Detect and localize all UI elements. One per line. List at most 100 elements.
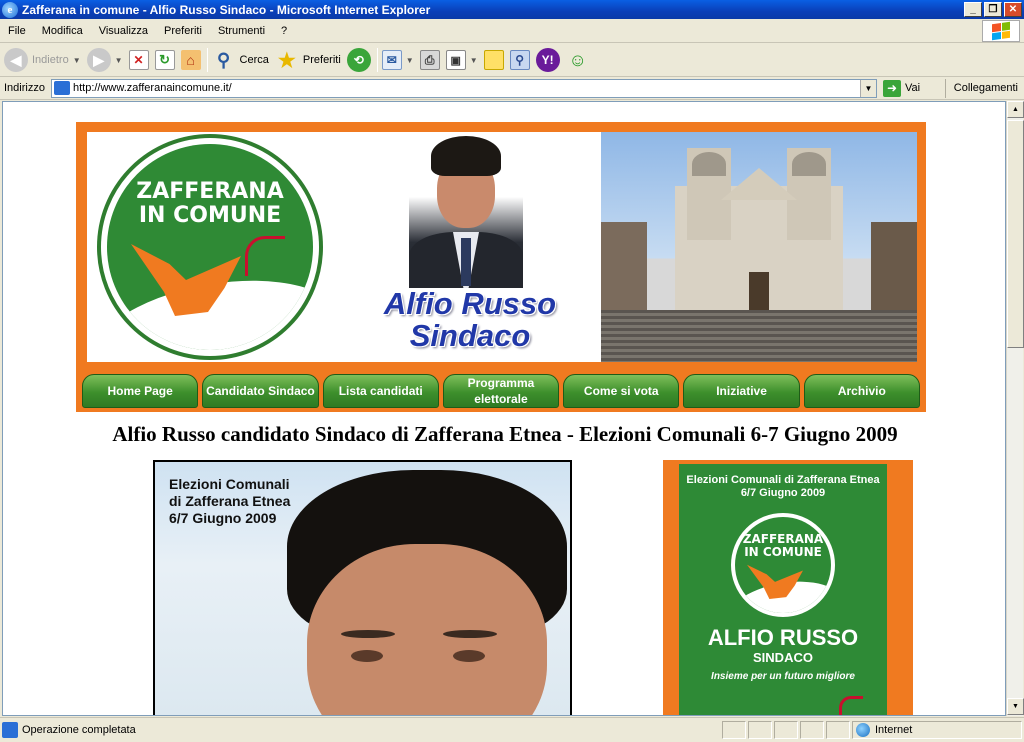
links-button[interactable]: Collegamenti: [944, 78, 1018, 98]
messenger-button[interactable]: ☺: [566, 48, 590, 72]
discuss-button[interactable]: [483, 50, 504, 70]
menu-help[interactable]: ?: [273, 25, 295, 37]
nav-archivio[interactable]: Archivio: [803, 374, 920, 408]
leaf-icon: [245, 236, 285, 276]
note-icon: [483, 50, 504, 70]
flyer-role: SINDACO: [753, 650, 813, 665]
chevron-down-icon[interactable]: ▼: [73, 56, 81, 65]
forward-button[interactable]: ▶ ▼: [86, 48, 123, 72]
go-arrow-icon: ➜: [882, 79, 901, 97]
security-zone: Internet: [852, 721, 1022, 739]
print-button[interactable]: ⎙: [419, 50, 440, 70]
church-photo: [601, 132, 917, 362]
globe-icon: [856, 723, 870, 737]
page-icon: [53, 81, 70, 95]
address-label: Indirizzo: [4, 82, 45, 94]
history-button[interactable]: ⟲: [346, 48, 371, 72]
window-title-bar: e Zafferana in comune - Alfio Russo Sind…: [0, 0, 1024, 19]
candidate-name-title: Alfio Russo Sindaco: [355, 288, 585, 352]
menu-bar: File Modifica Visualizza Preferiti Strum…: [0, 19, 1024, 43]
yahoo-button[interactable]: Y!: [535, 48, 560, 72]
home-button[interactable]: ⌂: [180, 50, 201, 70]
chevron-down-icon[interactable]: ▼: [470, 56, 478, 65]
refresh-icon: ↻: [154, 50, 175, 70]
nav-come-si-vota[interactable]: Come si vota: [563, 374, 680, 408]
candidate-photo: [409, 136, 523, 288]
zone-label: Internet: [875, 724, 913, 736]
back-label: Indietro: [32, 54, 69, 66]
messenger-icon: ☺: [568, 49, 587, 70]
internet-explorer-icon: e: [2, 1, 18, 18]
standard-toolbar: ◀ Indietro ▼ ▶ ▼ ✕ ↻ ⌂ ⚲ Cerca ★ Preferi…: [0, 44, 1024, 77]
leaf-icon: [839, 696, 863, 715]
stop-button[interactable]: ✕: [128, 50, 149, 70]
candidate-name: Alfio Russo: [383, 286, 557, 321]
menu-visualizza[interactable]: Visualizza: [91, 25, 156, 37]
page-viewport: ZAFFERANA IN COMUNE Alfio Russo Sindaco: [2, 101, 1006, 716]
window-title: Zafferana in comune - Alfio Russo Sindac…: [22, 2, 431, 17]
nav-candidato-sindaco[interactable]: Candidato Sindaco: [202, 374, 319, 408]
search-button[interactable]: ⚲ Cerca: [212, 48, 269, 72]
scroll-down-button[interactable]: ▼: [1007, 698, 1024, 715]
poster-line1: Elezioni Comunali: [169, 476, 290, 492]
site-header-banner: ZAFFERANA IN COMUNE Alfio Russo Sindaco: [76, 122, 926, 412]
go-button[interactable]: ➜ Vai: [882, 79, 921, 97]
flyer-name: ALFIO RUSSO: [707, 625, 859, 650]
favorites-label: Preferiti: [302, 54, 341, 66]
maximize-button[interactable]: ❐: [984, 2, 1002, 17]
chevron-down-icon[interactable]: ▼: [859, 79, 876, 97]
address-bar: Indirizzo ▼ ➜ Vai Collegamenti: [0, 77, 1024, 100]
search-label: Cerca: [239, 54, 269, 66]
close-button[interactable]: ✕: [1004, 2, 1022, 17]
flyer-logo-line2: IN COMUNE: [744, 545, 822, 559]
menu-modifica[interactable]: Modifica: [34, 25, 91, 37]
status-bar: Operazione completata Internet: [0, 717, 1024, 742]
windows-logo-icon: [982, 20, 1020, 42]
address-field[interactable]: ▼: [50, 78, 877, 98]
research-button[interactable]: ⚲: [509, 50, 530, 70]
flyer-line1: Elezioni Comunali di Zafferana Etnea: [686, 474, 880, 486]
go-label: Vai: [904, 82, 921, 94]
stop-icon: ✕: [128, 50, 149, 70]
main-navigation: Home Page Candidato Sindaco Lista candid…: [82, 374, 920, 408]
search-icon: ⚲: [216, 49, 231, 70]
favorites-button[interactable]: ★ Preferiti: [275, 48, 341, 72]
yahoo-messenger-icon: Y!: [535, 48, 560, 72]
nav-lista-candidati[interactable]: Lista candidati: [322, 374, 439, 408]
page-headline: Alfio Russo candidato Sindaco di Zaffera…: [112, 422, 898, 446]
scroll-thumb[interactable]: [1007, 120, 1024, 348]
refresh-button[interactable]: ↻: [154, 50, 175, 70]
vertical-scrollbar[interactable]: ▲ ▼: [1006, 101, 1024, 716]
flyer-logo: ZAFFERANA IN COMUNE: [728, 510, 838, 620]
nav-home-page[interactable]: Home Page: [82, 374, 199, 408]
address-input[interactable]: [72, 80, 860, 96]
menu-strumenti[interactable]: Strumenti: [210, 25, 273, 37]
status-text: Operazione completata: [22, 724, 136, 736]
back-button[interactable]: ◀ Indietro ▼: [4, 48, 81, 72]
mail-button[interactable]: ✉ ▼: [381, 50, 414, 70]
nav-iniziative[interactable]: Iniziative: [683, 374, 800, 408]
research-icon: ⚲: [509, 50, 530, 70]
flyer-slogan: Insieme per un futuro migliore: [711, 671, 855, 682]
poster-line3: 6/7 Giugno 2009: [169, 510, 277, 526]
chevron-down-icon[interactable]: ▼: [406, 56, 414, 65]
chevron-down-icon[interactable]: ▼: [115, 56, 123, 65]
menu-file[interactable]: File: [0, 25, 34, 37]
minimize-button[interactable]: _: [964, 2, 982, 17]
logo-text-line1: ZAFFERANA: [136, 179, 284, 204]
candidate-role: Sindaco: [409, 318, 531, 353]
edit-button[interactable]: ▣ ▼: [445, 50, 478, 70]
menu-preferiti[interactable]: Preferiti: [156, 25, 210, 37]
flyer-line2: 6/7 Giugno 2009: [740, 487, 826, 499]
campaign-flyer[interactable]: Elezioni Comunali di Zafferana Etnea 6/7…: [663, 460, 913, 715]
scroll-up-button[interactable]: ▲: [1007, 101, 1024, 118]
page-icon: [2, 722, 18, 738]
mail-icon: ✉: [381, 50, 402, 70]
candidate-poster: Elezioni Comunali di Zafferana Etnea 6/7…: [153, 460, 572, 715]
history-icon: ⟲: [346, 48, 371, 72]
back-arrow-icon: ◀: [4, 48, 28, 72]
nav-programma-elettorale[interactable]: Programma elettorale: [442, 374, 560, 408]
poster-line2: di Zafferana Etnea: [169, 493, 291, 509]
edit-icon: ▣: [445, 50, 466, 70]
site-logo[interactable]: ZAFFERANA IN COMUNE: [97, 134, 323, 360]
